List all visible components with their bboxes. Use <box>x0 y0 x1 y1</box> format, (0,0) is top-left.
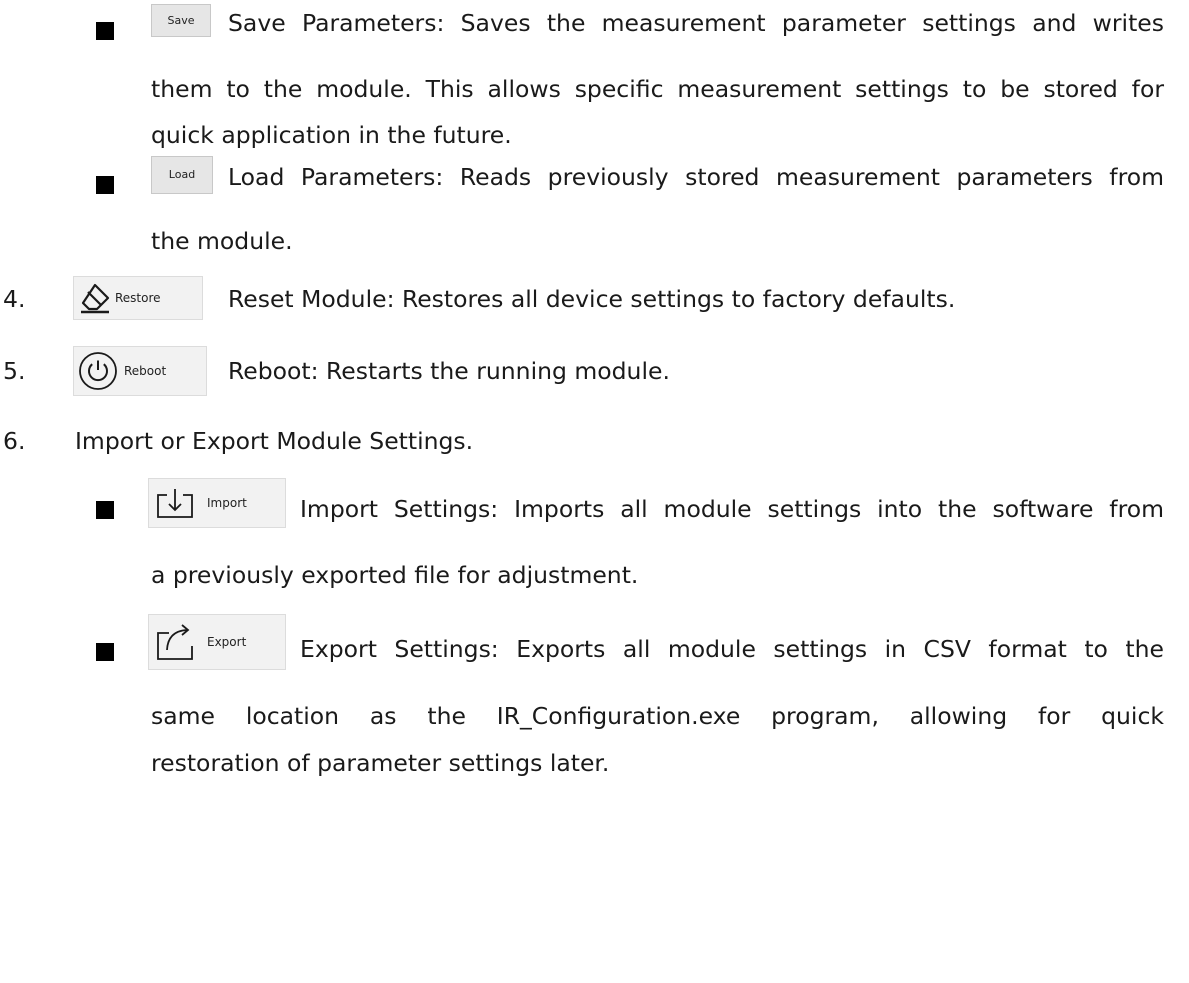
export-description-line3: restoration of parameter settings later. <box>151 749 610 777</box>
eraser-icon <box>78 281 112 315</box>
import-icon <box>155 486 195 520</box>
document-page: Save Save Parameters: Saves the measurem… <box>0 0 1189 983</box>
load-description-line2: the module. <box>151 227 293 255</box>
bullet-import <box>96 501 114 519</box>
item-number-4: 4. <box>3 285 26 313</box>
import-description-line1: Import Settings: Imports all module sett… <box>300 495 1164 523</box>
save-button[interactable]: Save <box>151 4 211 37</box>
item-number-6: 6. <box>3 427 26 455</box>
save-button-label: Save <box>167 13 195 27</box>
bullet-save <box>96 22 114 40</box>
load-button[interactable]: Load <box>151 156 213 194</box>
restore-button[interactable]: Restore <box>73 276 203 320</box>
reboot-button[interactable]: Reboot <box>73 346 207 396</box>
bullet-export <box>96 643 114 661</box>
reboot-description: Reboot: Restarts the running module. <box>228 357 670 385</box>
bullet-load <box>96 176 114 194</box>
item-number-5: 5. <box>3 357 26 385</box>
load-button-label: Load <box>168 168 196 181</box>
export-button[interactable]: Export <box>148 614 286 670</box>
import-export-heading: Import or Export Module Settings. <box>75 427 474 455</box>
reboot-button-label: Reboot <box>124 364 167 378</box>
import-button-label: Import <box>207 496 247 510</box>
export-button-label: Export <box>207 635 247 649</box>
export-description-line1: Export Settings: Exports all module sett… <box>300 635 1164 663</box>
export-icon <box>155 622 195 662</box>
import-button[interactable]: Import <box>148 478 286 528</box>
export-description-line2: same location as the IR_Configuration.ex… <box>151 702 1164 730</box>
load-description-line1: Load Parameters: Reads previously stored… <box>228 163 1164 191</box>
save-description-line3: quick application in the future. <box>151 121 512 149</box>
restore-button-label: Restore <box>115 291 161 305</box>
import-description-line2: a previously exported file for adjustmen… <box>151 561 639 589</box>
power-icon <box>78 351 118 391</box>
save-description-line2: them to the module. This allows specific… <box>151 75 1164 103</box>
save-description-line1: Save Parameters: Saves the measurement p… <box>228 9 1164 37</box>
restore-description: Reset Module: Restores all device settin… <box>228 285 956 313</box>
